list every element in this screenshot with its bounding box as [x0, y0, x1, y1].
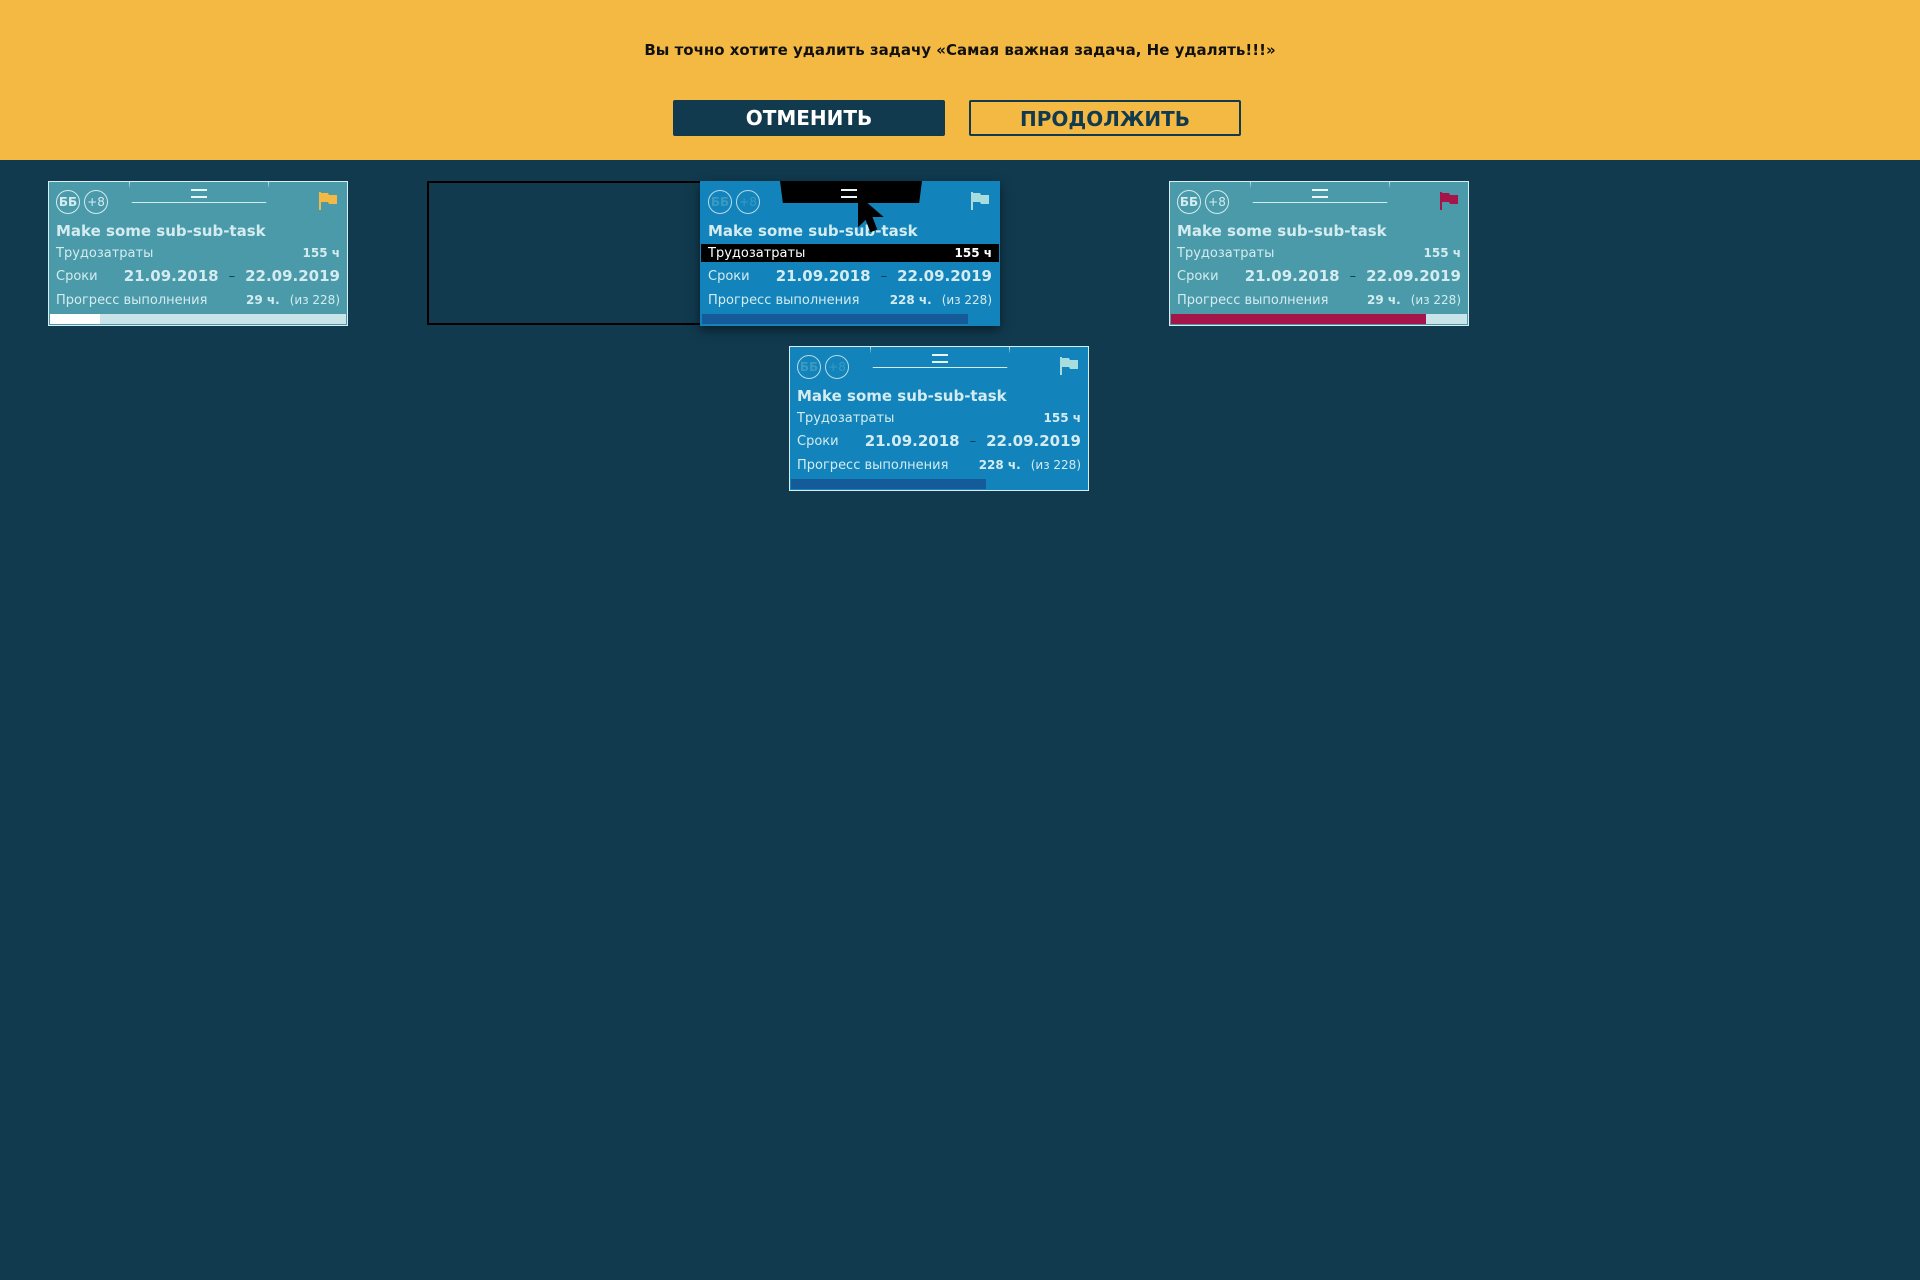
progress-row: Прогресс выполнения 228 ч. (из 228) [790, 456, 1088, 474]
drag-handle[interactable] [129, 181, 269, 203]
end-date: 22.09.2019 [245, 267, 340, 285]
date-separator: – [880, 268, 888, 284]
effort-label: Трудозатраты [56, 245, 154, 261]
progress-label: Прогресс выполнения [797, 457, 949, 473]
end-date: 22.09.2019 [986, 432, 1081, 450]
dates-label: Сроки [797, 433, 839, 449]
drag-handle[interactable] [780, 181, 922, 203]
flag-icon[interactable] [1059, 357, 1079, 375]
dates-row: Сроки 21.09.2018–22.09.2019 [701, 267, 999, 285]
progress-row: Прогресс выполнения 29 ч. (из 228) [1170, 291, 1468, 309]
progress-bar [1171, 314, 1467, 324]
dates-row: Сроки 21.09.2018–22.09.2019 [49, 267, 347, 285]
date-separator: – [969, 433, 977, 449]
progress-fill [791, 479, 987, 489]
progress-total: (из 228) [1030, 457, 1081, 472]
task-card[interactable]: ББ +8 Make some sub-sub-task Трудозатрат… [48, 181, 348, 326]
task-title[interactable]: Make some sub-sub-task [56, 222, 266, 240]
dates-row: Сроки 21.09.2018–22.09.2019 [790, 432, 1088, 450]
effort-value: 155 ч [1423, 246, 1461, 260]
progress-fill [1171, 314, 1426, 324]
effort-label: Трудозатраты [708, 245, 806, 261]
more-assignees-badge[interactable]: +8 [84, 190, 108, 214]
dates-label: Сроки [56, 268, 98, 284]
confirm-message: Вы точно хотите удалить задачу «Самая ва… [644, 41, 1276, 59]
progress-row: Прогресс выполнения 228 ч. (из 228) [701, 291, 999, 309]
task-title[interactable]: Make some sub-sub-task [797, 387, 1007, 405]
task-card[interactable]: ББ +8 Make some sub-sub-task Трудозатрат… [789, 346, 1089, 491]
dates-label: Сроки [708, 268, 750, 284]
progress-value: 228 ч. [889, 292, 932, 307]
progress-bar [50, 314, 346, 324]
more-assignees-badge[interactable]: +8 [825, 355, 849, 379]
progress-bar [791, 479, 1087, 489]
flag-icon[interactable] [1439, 192, 1459, 210]
more-assignees-badge[interactable]: +8 [1205, 190, 1229, 214]
progress-row: Прогресс выполнения 29 ч. (из 228) [49, 291, 347, 309]
task-card[interactable]: ББ +8 Make some sub-sub-task Трудозатрат… [700, 181, 1000, 326]
assignee-avatar[interactable]: ББ [708, 190, 732, 214]
progress-total: (из 228) [1410, 292, 1461, 307]
assignee-avatar[interactable]: ББ [56, 190, 80, 214]
flag-icon[interactable] [318, 192, 338, 210]
assignee-avatar[interactable]: ББ [797, 355, 821, 379]
effort-value: 155 ч [1043, 411, 1081, 425]
flag-icon[interactable] [970, 192, 990, 210]
task-card[interactable]: ББ +8 Make some sub-sub-task Трудозатрат… [1169, 181, 1469, 326]
progress-total: (из 228) [289, 292, 340, 307]
progress-label: Прогресс выполнения [56, 292, 208, 308]
dates-row: Сроки 21.09.2018–22.09.2019 [1170, 267, 1468, 285]
progress-value: 29 ч. [1367, 292, 1401, 307]
progress-bar [702, 314, 998, 324]
drop-placeholder [427, 181, 717, 325]
effort-row: Трудозатраты 155 ч [701, 244, 999, 262]
effort-value: 155 ч [954, 246, 992, 260]
effort-row: Трудозатраты 155 ч [1170, 244, 1468, 262]
effort-row: Трудозатраты 155 ч [49, 244, 347, 262]
start-date: 21.09.2018 [864, 432, 960, 450]
start-date: 21.09.2018 [1244, 267, 1340, 285]
effort-label: Трудозатраты [1177, 245, 1275, 261]
progress-value: 29 ч. [246, 292, 280, 307]
task-title[interactable]: Make some sub-sub-task [1177, 222, 1387, 240]
date-separator: – [228, 268, 236, 284]
start-date: 21.09.2018 [775, 267, 871, 285]
end-date: 22.09.2019 [1366, 267, 1461, 285]
mouse-cursor-icon [858, 195, 884, 233]
effort-row: Трудозатраты 155 ч [790, 409, 1088, 427]
cancel-button[interactable]: ОТМЕНИТЬ [673, 100, 945, 136]
end-date: 22.09.2019 [897, 267, 992, 285]
start-date: 21.09.2018 [123, 267, 219, 285]
dates-label: Сроки [1177, 268, 1219, 284]
continue-button[interactable]: ПРОДОЛЖИТЬ [969, 100, 1241, 136]
date-separator: – [1349, 268, 1357, 284]
more-assignees-badge[interactable]: +8 [736, 190, 760, 214]
progress-total: (из 228) [941, 292, 992, 307]
progress-label: Прогресс выполнения [1177, 292, 1329, 308]
drag-handle[interactable] [870, 346, 1010, 368]
progress-label: Прогресс выполнения [708, 292, 860, 308]
progress-fill [702, 314, 969, 324]
effort-value: 155 ч [302, 246, 340, 260]
assignee-avatar[interactable]: ББ [1177, 190, 1201, 214]
task-title[interactable]: Make some sub-sub-task [708, 222, 918, 240]
delete-confirm-banner: Вы точно хотите удалить задачу «Самая ва… [0, 0, 1920, 160]
drag-handle[interactable] [1250, 181, 1390, 203]
progress-value: 228 ч. [978, 457, 1021, 472]
effort-label: Трудозатраты [797, 410, 895, 426]
progress-fill [50, 314, 101, 324]
